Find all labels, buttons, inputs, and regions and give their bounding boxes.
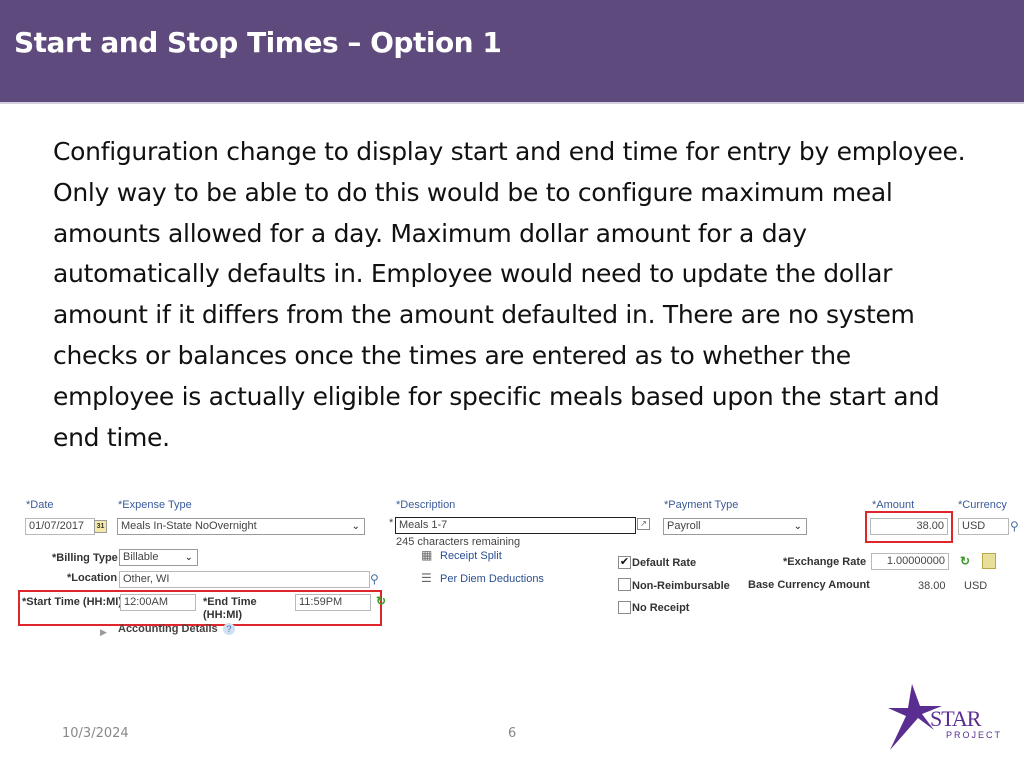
billing-type-select[interactable]: Billable ⌄ <box>119 549 198 566</box>
amount-label: *Amount <box>872 499 915 511</box>
payment-type-label: *Payment Type <box>664 499 739 511</box>
expense-type-value: Meals In-State NoOvernight <box>121 520 257 532</box>
date-input[interactable]: 01/07/2017 <box>25 518 95 535</box>
exchange-rate-input[interactable]: 1.00000000 <box>871 553 949 570</box>
date-label: *Date <box>26 499 54 511</box>
end-time-input[interactable]: 11:59PM <box>295 594 371 611</box>
currency-input[interactable]: USD <box>958 518 1009 535</box>
end-time-format-label: (HH:MI) <box>203 609 243 621</box>
billing-type-label: *Billing Type <box>52 552 118 564</box>
accounting-details-link[interactable]: Accounting Details <box>118 623 218 635</box>
default-rate-label: Default Rate <box>632 557 697 569</box>
amount-input[interactable]: 38.00 <box>870 518 948 535</box>
expense-form-screenshot: *Date 01/07/2017 31 *Expense Type Meals … <box>0 490 1024 640</box>
chevron-down-icon: ⌄ <box>184 552 193 563</box>
exchange-rate-label: *Exchange Rate <box>783 556 867 568</box>
description-input[interactable]: Meals 1-7 <box>395 517 636 534</box>
slide-body-text: Configuration change to display start an… <box>53 137 966 452</box>
no-receipt-checkbox[interactable] <box>618 601 631 614</box>
start-time-input[interactable]: 12:00AM <box>120 594 196 611</box>
no-receipt-label: No Receipt <box>632 602 690 614</box>
refresh-icon[interactable]: ↻ <box>960 555 970 567</box>
slide-title: Start and Stop Times – Option 1 <box>14 26 502 59</box>
search-icon[interactable]: ⚲ <box>370 573 379 585</box>
base-currency-amount: 38.00 <box>918 580 946 592</box>
location-label: *Location <box>67 572 118 584</box>
list-icon: ☰ <box>421 571 432 585</box>
characters-remaining: 245 characters remaining <box>396 536 521 548</box>
billing-type-value: Billable <box>123 551 159 563</box>
default-rate-checkbox[interactable]: ✔ <box>618 556 631 569</box>
logo-project-text: PROJECT <box>946 730 1003 740</box>
page-number: 6 <box>508 726 517 741</box>
expand-triangle-icon[interactable]: ▶ <box>100 626 107 638</box>
expand-textarea-icon[interactable]: ↗ <box>637 518 650 530</box>
payment-type-select[interactable]: Payroll ⌄ <box>663 518 807 535</box>
end-time-label: *End Time <box>203 596 257 608</box>
non-reimbursable-checkbox[interactable] <box>618 578 631 591</box>
receipt-split-icon: ▦ <box>421 548 433 562</box>
expense-type-label: *Expense Type <box>118 499 192 511</box>
logo-star-text: STAR <box>930 706 981 731</box>
payment-type-value: Payroll <box>667 520 701 532</box>
search-icon[interactable]: ⚲ <box>1010 520 1019 532</box>
expense-type-select[interactable]: Meals In-State NoOvernight ⌄ <box>117 518 365 535</box>
star-project-logo: STAR PROJECT <box>884 680 1004 755</box>
chevron-down-icon: ⌄ <box>351 521 360 532</box>
refresh-icon[interactable]: ↻ <box>376 595 386 607</box>
chevron-down-icon: ⌄ <box>793 521 802 532</box>
location-input[interactable]: Other, WI <box>119 571 370 588</box>
per-diem-deductions-link[interactable]: Per Diem Deductions <box>440 573 544 585</box>
calendar-icon[interactable]: 31 <box>94 520 107 533</box>
base-currency-label: Base Currency Amount <box>748 579 870 591</box>
base-currency-code: USD <box>964 580 988 592</box>
rate-details-icon[interactable] <box>982 553 996 569</box>
help-icon[interactable]: ? <box>223 623 235 635</box>
footer-date: 10/3/2024 <box>62 726 129 741</box>
receipt-split-link[interactable]: Receipt Split <box>440 550 502 562</box>
start-time-label: *Start Time (HH:MI) <box>22 596 123 608</box>
title-divider <box>0 102 1024 104</box>
currency-label: *Currency <box>958 499 1007 511</box>
description-label: *Description <box>396 499 456 511</box>
required-mark: * <box>389 517 394 529</box>
non-reimbursable-label: Non-Reimbursable <box>632 580 730 592</box>
